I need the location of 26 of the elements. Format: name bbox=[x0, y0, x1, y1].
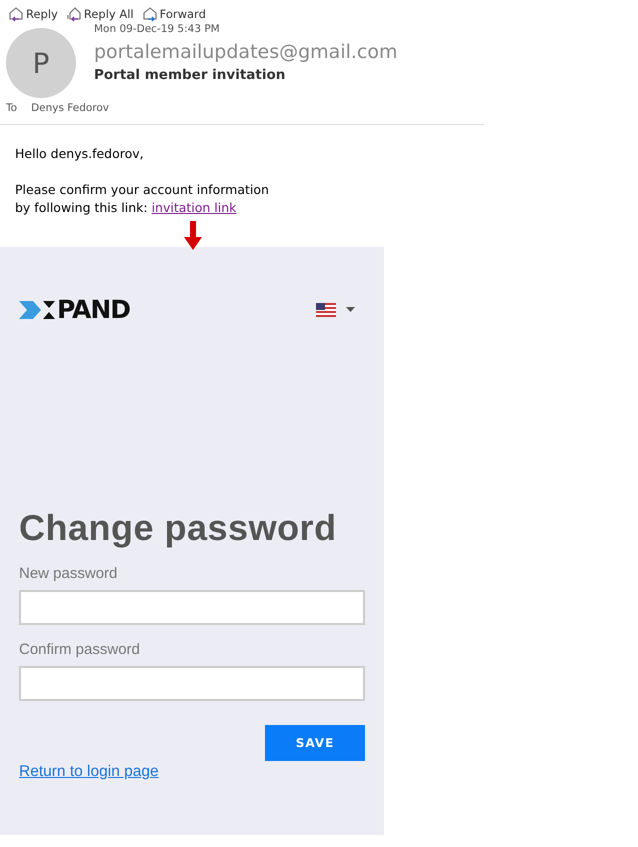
save-button[interactable]: SAVE bbox=[265, 725, 365, 761]
body-text: Please confirm your account information bbox=[15, 181, 270, 199]
invitation-link[interactable]: invitation link bbox=[152, 200, 236, 215]
recipient-name: Denys Fedorov bbox=[31, 102, 110, 114]
greeting-text: Hello denys.fedorov, bbox=[15, 145, 145, 163]
language-selector[interactable] bbox=[316, 302, 355, 316]
email-subject: Portal member invitation bbox=[94, 67, 286, 83]
to-label: To bbox=[6, 102, 18, 114]
body-text: by following this link: bbox=[15, 200, 148, 215]
password-field[interactable] bbox=[19, 590, 365, 625]
flag-icon bbox=[316, 302, 336, 316]
reply-button[interactable]: Reply bbox=[8, 6, 58, 22]
return-link[interactable]: Return to login page bbox=[19, 763, 159, 781]
reply-all-button[interactable]: Reply All bbox=[66, 6, 134, 22]
caret-icon bbox=[346, 307, 355, 312]
sender-address: portalemailupdates@gmail.com bbox=[94, 41, 398, 63]
logo-text: PAND bbox=[57, 295, 130, 324]
field-label: New password bbox=[19, 565, 118, 582]
forward-button[interactable]: Forward bbox=[142, 6, 206, 22]
down-arrow-icon bbox=[183, 221, 203, 251]
page-title: Change password bbox=[19, 507, 338, 549]
email-date: Mon 09-Dec-19 5:43 PM bbox=[94, 23, 221, 35]
logo-mark-icon bbox=[19, 298, 57, 320]
field-label: Confirm password bbox=[19, 641, 141, 658]
password-field[interactable] bbox=[19, 666, 365, 701]
avatar: P bbox=[6, 28, 76, 98]
